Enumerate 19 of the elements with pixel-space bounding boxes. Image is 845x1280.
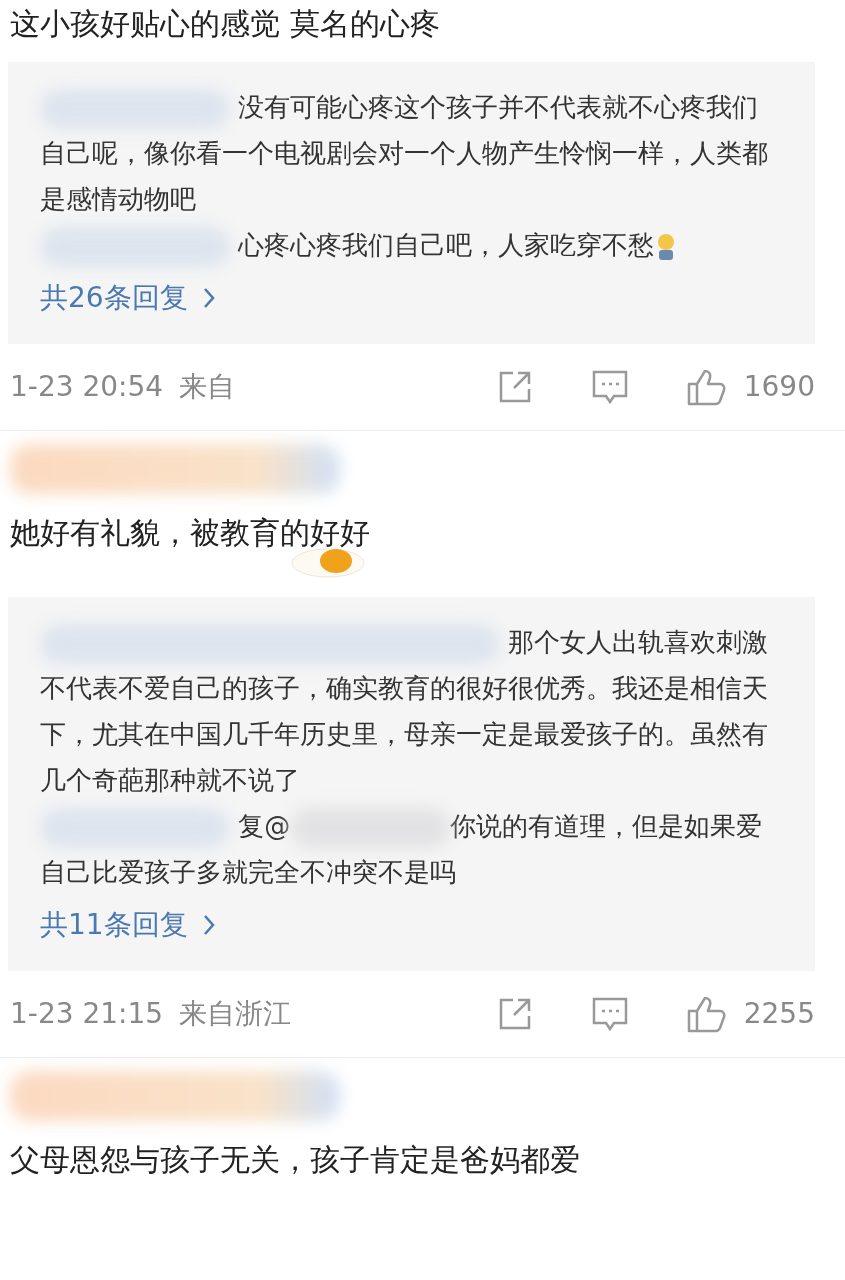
comment-time: 1-23 21:15 — [10, 996, 164, 1032]
like-count: 1690 — [743, 369, 815, 405]
like-icon[interactable] — [685, 994, 728, 1034]
like-count: 2255 — [743, 996, 815, 1032]
comment-text: 父母恩怨与孩子无关，孩子肯定是爸妈都爱 — [9, 1141, 581, 1179]
chevron-right-icon — [201, 286, 216, 310]
replies-link[interactable]: 共26条回复 — [40, 274, 216, 322]
comment-time: 1-23 20:54 — [10, 369, 164, 405]
comment-text: 她好有礼貌，被教育的好好 — [9, 514, 371, 552]
comment-source: 来自 — [179, 369, 236, 405]
replies-link[interactable]: 共11条回复 — [40, 901, 216, 949]
chevron-right-icon — [201, 913, 216, 937]
reply-text: 没有可能心疼这个孩子并不代表就不心疼我们自己呢，像你看一个电视剧会对一个人物产生怜悯一样，人类都是感情动物吧 — [40, 84, 783, 222]
like-icon[interactable] — [685, 367, 728, 407]
reply-text: 那个女人出轨喜欢刺激不代表不爱自己的孩子，确实教育的很好很优秀。我还是相信天下，尤其在中国几千年历史里，母亲一定是最爱孩子的。虽然有几个奇葩那种就不说了 — [40, 619, 783, 803]
reply-text: 复@ 你说的有道理，但是如果爱自己比爱孩子多就完全不冲突不是吗 — [40, 803, 783, 895]
reply-text: 心疼心疼我们自己吧，人家吃穿不愁 — [40, 222, 783, 268]
comment-text: 这小孩好贴心的感觉 莫名的心疼 — [9, 5, 441, 43]
comment-source: 来自浙江 — [179, 996, 292, 1032]
